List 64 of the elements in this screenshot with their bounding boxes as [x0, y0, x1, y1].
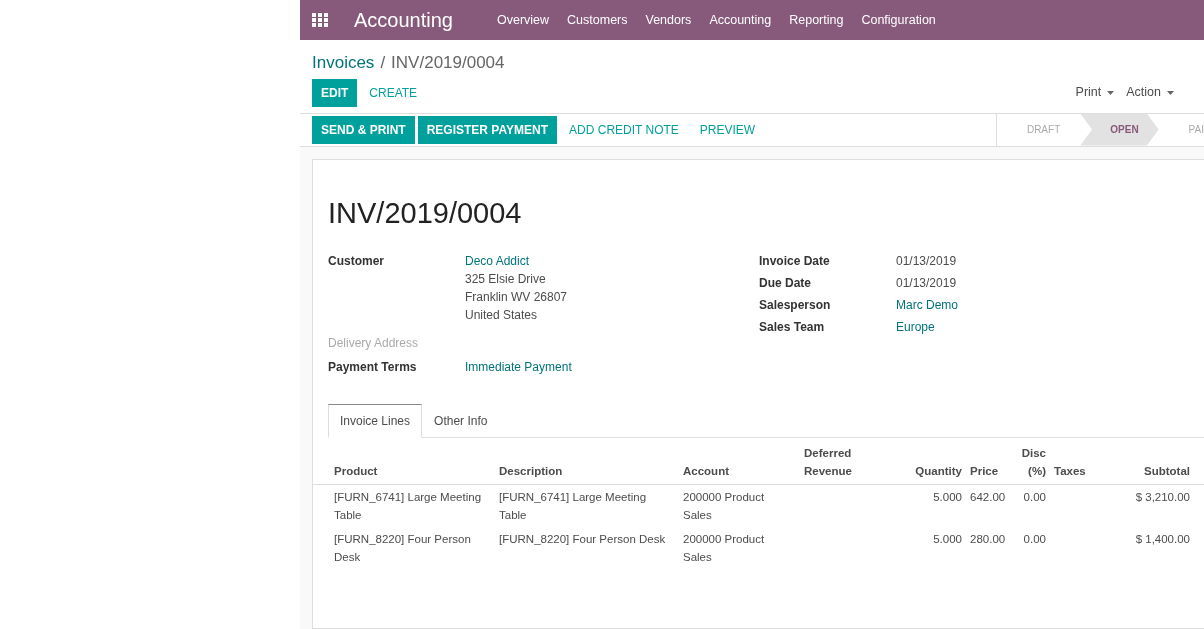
- field-value: 325 Elsie Drive: [465, 271, 547, 289]
- field-label: Customer: [328, 253, 385, 271]
- column-header: Taxes: [1050, 438, 1090, 485]
- column-header: Subtotal: [1090, 438, 1204, 485]
- field-label: Salesperson: [759, 297, 832, 315]
- column-header: Quantity: [900, 438, 966, 485]
- menu-item[interactable]: Configuration: [861, 10, 936, 30]
- menu-item[interactable]: Overview: [496, 10, 550, 30]
- field-value: 01/13/2019: [896, 275, 957, 293]
- table-cell: 0.00: [1010, 484, 1050, 528]
- app-title: Accounting: [354, 8, 453, 33]
- action-button[interactable]: SEND & PRINT: [312, 115, 415, 144]
- table-cell: [FURN_6741] Large Meeting Table: [495, 484, 679, 528]
- column-header: Description: [495, 438, 679, 485]
- dropdown-toggle[interactable]: Print: [1075, 83, 1115, 102]
- table-cell: $ 3,210.00: [1090, 484, 1204, 528]
- table-cell-text: [FURN_8220] Four Person Desk: [333, 532, 472, 566]
- table-cell-text: 280.00: [969, 532, 1007, 548]
- table-cell-text: 200000 Product Sales: [682, 532, 766, 566]
- tab[interactable]: Invoice Lines: [328, 404, 423, 439]
- tab[interactable]: Other Info: [422, 404, 500, 439]
- field-value: Franklin WV 26807: [465, 289, 568, 307]
- field-link[interactable]: Marc Demo: [896, 296, 958, 315]
- breadcrumb-current: INV/2019/0004: [391, 52, 505, 74]
- caret-icon: [1107, 90, 1115, 95]
- table-cell-text: 5.000: [932, 532, 963, 548]
- menu-item[interactable]: Vendors: [645, 10, 692, 30]
- field-link[interactable]: Europe: [896, 318, 935, 337]
- edit-button[interactable]: EDIT: [312, 78, 358, 107]
- dropdown-toggle[interactable]: Action: [1126, 83, 1174, 102]
- table-cell: 200000 Product Sales: [679, 484, 800, 528]
- breadcrumb-link[interactable]: Invoices: [312, 50, 375, 76]
- menu-item[interactable]: Reporting: [789, 10, 844, 30]
- field-value: United States: [465, 307, 539, 325]
- action-button[interactable]: REGISTER PAYMENT: [417, 115, 558, 144]
- table-cell: [FURN_6741] Large Meeting Table: [313, 484, 495, 528]
- field-label: Due Date: [759, 275, 812, 293]
- menu-item[interactable]: Customers: [567, 10, 628, 30]
- table-cell-text: $ 1,400.00: [1134, 532, 1191, 548]
- column-header: Product: [313, 438, 495, 485]
- field-link[interactable]: Deco Addict: [465, 252, 530, 271]
- table-cell-text: [FURN_8220] Four Person Desk: [498, 532, 667, 548]
- field-label: Delivery Address: [328, 335, 420, 353]
- breadcrumb-separator: /: [380, 52, 386, 74]
- field-label: Payment Terms: [328, 359, 418, 377]
- caret-icon: [1167, 90, 1174, 95]
- action-button[interactable]: ADD CREDIT NOTE: [560, 115, 688, 144]
- status-step[interactable]: OPEN: [1080, 113, 1159, 146]
- table-cell: 642.00: [966, 484, 1010, 528]
- column-header: Price: [966, 438, 1010, 485]
- invoice-number: INV/2019/0004: [328, 195, 523, 231]
- apps-menu-icon[interactable]: [312, 13, 328, 27]
- field-label: Invoice Date: [759, 253, 831, 271]
- column-header: Disc (%): [1010, 438, 1050, 485]
- column-header: Deferred Revenue: [800, 438, 900, 485]
- table-cell: 5.000: [900, 484, 966, 528]
- field-label: Sales Team: [759, 319, 826, 337]
- action-button[interactable]: PREVIEW: [690, 115, 765, 144]
- column-header: Account: [679, 438, 800, 485]
- table-cell-text: 0.00: [1022, 532, 1047, 548]
- create-button[interactable]: CREATE: [360, 78, 427, 107]
- field-link[interactable]: Immediate Payment: [465, 358, 572, 377]
- field-value: 01/13/2019: [896, 253, 957, 271]
- menu-item[interactable]: Accounting: [709, 10, 772, 30]
